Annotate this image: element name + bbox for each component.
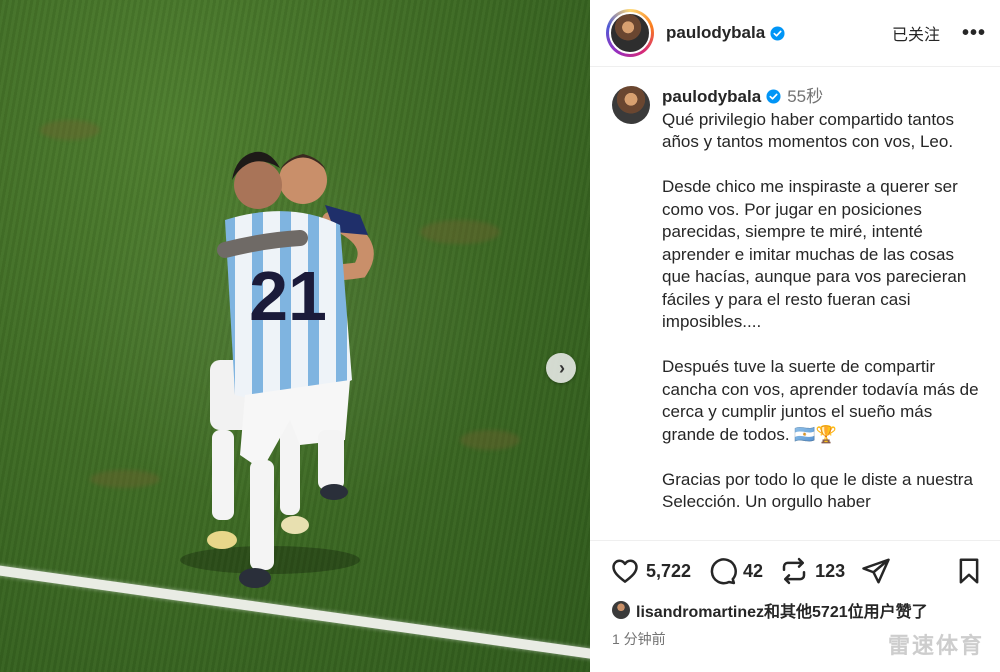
caption-paragraph: Qué privilegio haber compartido tantos a… — [662, 109, 954, 152]
carousel-next-button[interactable]: › — [546, 353, 576, 383]
repost-button[interactable]: 123 — [779, 556, 845, 586]
caption-section: paulodybala 55秒 Qué privilegio haber comp… — [590, 68, 1000, 538]
chevron-right-icon: › — [559, 358, 565, 378]
caption-avatar[interactable] — [612, 86, 650, 124]
repost-icon — [782, 557, 806, 585]
likes-summary[interactable]: lisandromartinez和其他5721位用户赞了 — [590, 599, 1000, 621]
caption-time: 55秒 — [787, 87, 824, 106]
share-button[interactable] — [861, 556, 891, 586]
caption-username[interactable]: paulodybala — [662, 87, 761, 106]
verified-badge-icon — [770, 25, 785, 41]
following-button[interactable]: 已关注 — [892, 21, 940, 45]
paper-plane-icon — [862, 558, 890, 584]
bookmark-icon — [959, 558, 979, 584]
author-username[interactable]: paulodybala — [666, 23, 765, 43]
players-hug-illustration: 21 — [180, 151, 374, 588]
heart-icon — [612, 559, 638, 583]
save-button[interactable] — [954, 556, 984, 586]
post-sidebar: paulodybala 已关注 ••• paulodybala 55秒 Qué p… — [590, 0, 1000, 672]
liker-avatar — [612, 601, 630, 619]
comment-bubble-icon — [710, 558, 737, 585]
caption-paragraph: Gracias por todo lo que le diste a nuest… — [662, 469, 973, 512]
repost-count: 123 — [815, 560, 846, 581]
post-photo: 21 › — [0, 0, 590, 672]
more-options-icon[interactable]: ••• — [962, 22, 986, 45]
likes-text[interactable]: lisandromartinez和其他5721位用户赞了 — [636, 598, 928, 622]
caption-paragraph: Desde chico me inspiraste a querer ser c… — [662, 177, 967, 331]
action-bar: 5,722 42 123 — [590, 541, 1000, 601]
jersey-number: 21 — [249, 257, 327, 335]
caption-paragraph: Después tuve la suerte de compartir canc… — [662, 357, 979, 444]
watermark-logo: 雷速体育 — [887, 633, 984, 658]
post-header: paulodybala 已关注 ••• — [590, 0, 1000, 67]
author-avatar[interactable] — [606, 9, 654, 57]
caption-body: paulodybala 55秒 Qué privilegio haber comp… — [662, 86, 982, 538]
comment-button[interactable]: 42 — [707, 556, 763, 586]
verified-badge-icon — [766, 89, 781, 104]
comment-count: 42 — [743, 560, 764, 581]
like-count: 5,722 — [646, 560, 692, 581]
like-button[interactable]: 5,722 — [610, 556, 691, 586]
